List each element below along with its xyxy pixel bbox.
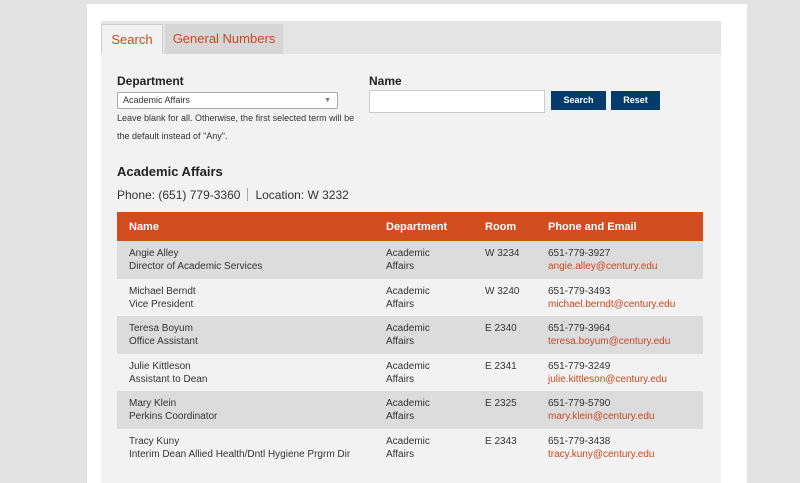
name-label: Name <box>369 74 402 88</box>
cell-room: E 2325 <box>485 398 517 409</box>
staff-email-link[interactable]: tracy.kuny@century.edu <box>548 448 703 461</box>
table-row: Mary Klein Perkins Coordinator Academic Af… <box>117 391 703 429</box>
dept-line: Affairs <box>386 373 415 385</box>
staff-name: Angie Alley <box>129 248 179 259</box>
staff-phone: 651-779-3493 <box>548 285 611 297</box>
divider <box>247 188 249 201</box>
staff-title: Interim Dean Allied Health/Dntl Hygiene … <box>129 448 351 460</box>
table-header-row: Name Department Room Phone and Email <box>117 212 703 241</box>
cell-department: Academic Affairs <box>386 241 485 279</box>
table-row: Michael Berndt Vice President Academic Aff… <box>117 278 703 317</box>
staff-email-link[interactable]: angie.alley@century.edu <box>548 260 703 273</box>
directory-panel: Search General Numbers Department Academ… <box>101 21 721 483</box>
staff-phone: 651-779-3964 <box>548 323 611 334</box>
header-room: Room <box>485 220 517 233</box>
staff-name: Michael Berndt <box>129 285 196 297</box>
dept-line: Affairs <box>386 261 415 272</box>
staff-email-link[interactable]: teresa.boyum@century.edu <box>548 335 703 348</box>
cell-room: E 2343 <box>485 435 517 447</box>
department-select-value: Academic Affairs <box>123 95 190 105</box>
staff-name: Mary Klein <box>129 398 177 409</box>
staff-name: Tracy Kuny <box>129 435 180 447</box>
cell-name: Michael Berndt Vice President <box>117 279 386 317</box>
cell-phone-email: 651-779-3964 teresa.boyum@century.edu <box>548 316 703 354</box>
staff-title: Assistant to Dean <box>129 373 208 385</box>
staff-table: Name Department Room Phone and Email Ang… <box>117 212 703 481</box>
staff-title: Director of Academic Services <box>129 261 263 272</box>
cell-name: Tracy Kuny Interim Dean Allied Health/Dnt… <box>117 429 386 481</box>
header-department: Department <box>386 220 448 233</box>
header-name: Name <box>129 220 159 233</box>
dept-line: Academic <box>386 435 430 447</box>
cell-name: Julie Kittleson Assistant to Dean <box>117 354 386 392</box>
cell-phone-email: 651-779-3249 julie.kittleson@century.edu <box>548 354 703 392</box>
cell-phone-email: 651-779-3493 michael.berndt@century.edu <box>548 279 703 317</box>
dept-line: Affairs <box>386 298 415 310</box>
tab-bar: Search General Numbers <box>101 21 721 54</box>
tab-general-numbers[interactable]: General Numbers <box>165 24 283 54</box>
dept-line: Academic <box>386 398 430 409</box>
staff-name: Julie Kittleson <box>129 360 191 372</box>
department-label: Department <box>117 74 184 88</box>
staff-phone: 651-779-3249 <box>548 360 611 372</box>
staff-name: Teresa Boyum <box>129 323 193 334</box>
table-row: Julie Kittleson Assistant to Dean Academi… <box>117 353 703 392</box>
cell-name: Angie Alley Director of Academic Services <box>117 241 386 279</box>
department-location: Location: W 3232 <box>255 188 349 202</box>
cell-room: W 3234 <box>485 248 520 259</box>
staff-email-link[interactable]: michael.berndt@century.edu <box>548 298 703 311</box>
table-row: Teresa Boyum Office Assistant Academic Aff… <box>117 316 703 354</box>
table-row: Tracy Kuny Interim Dean Allied Health/Dnt… <box>117 428 703 481</box>
cell-department: Academic Affairs <box>386 316 485 354</box>
department-title: Academic Affairs <box>117 164 223 179</box>
dept-line: Academic <box>386 323 430 334</box>
staff-title: Vice President <box>129 298 194 310</box>
reset-button[interactable]: Reset <box>611 91 660 110</box>
cell-phone-email: 651-779-5790 mary.klein@century.edu <box>548 391 703 429</box>
search-button[interactable]: Search <box>551 91 606 110</box>
staff-title: Office Assistant <box>129 336 198 347</box>
cell-room: E 2341 <box>485 360 517 372</box>
tab-search[interactable]: Search <box>101 24 163 54</box>
staff-email-link[interactable]: julie.kittleson@century.edu <box>548 373 703 386</box>
cell-room: W 3240 <box>485 285 520 297</box>
dept-line: Academic <box>386 248 430 259</box>
cell-department: Academic Affairs <box>386 391 485 429</box>
cell-name: Teresa Boyum Office Assistant <box>117 316 386 354</box>
staff-title: Perkins Coordinator <box>129 411 218 422</box>
department-contact: Phone: (651) 779-3360 Location: W 3232 <box>117 188 349 202</box>
staff-email-link[interactable]: mary.klein@century.edu <box>548 410 703 423</box>
header-phone-email: Phone and Email <box>548 220 637 233</box>
department-select[interactable]: Academic Affairs ▼ <box>117 92 338 109</box>
dept-line: Academic <box>386 285 430 297</box>
dept-line: Academic <box>386 360 430 372</box>
name-input[interactable] <box>369 90 545 113</box>
dept-line: Affairs <box>386 448 415 460</box>
chevron-down-icon: ▼ <box>324 97 331 104</box>
department-phone: Phone: (651) 779-3360 <box>117 188 241 202</box>
cell-department: Academic Affairs <box>386 429 485 481</box>
cell-name: Mary Klein Perkins Coordinator <box>117 391 386 429</box>
cell-department: Academic Affairs <box>386 354 485 392</box>
table-row: Angie Alley Director of Academic Services… <box>117 241 703 279</box>
cell-phone-email: 651-779-3927 angie.alley@century.edu <box>548 241 703 279</box>
staff-phone: 651-779-3438 <box>548 435 611 447</box>
cell-phone-email: 651-779-3438 tracy.kuny@century.edu <box>548 429 703 481</box>
staff-phone: 651-779-3927 <box>548 248 611 259</box>
staff-phone: 651-779-5790 <box>548 398 611 409</box>
cell-department: Academic Affairs <box>386 279 485 317</box>
dept-line: Affairs <box>386 411 415 422</box>
dept-line: Affairs <box>386 336 415 347</box>
department-help-text: Leave blank for all. Otherwise, the firs… <box>117 113 355 141</box>
cell-room: E 2340 <box>485 323 517 334</box>
